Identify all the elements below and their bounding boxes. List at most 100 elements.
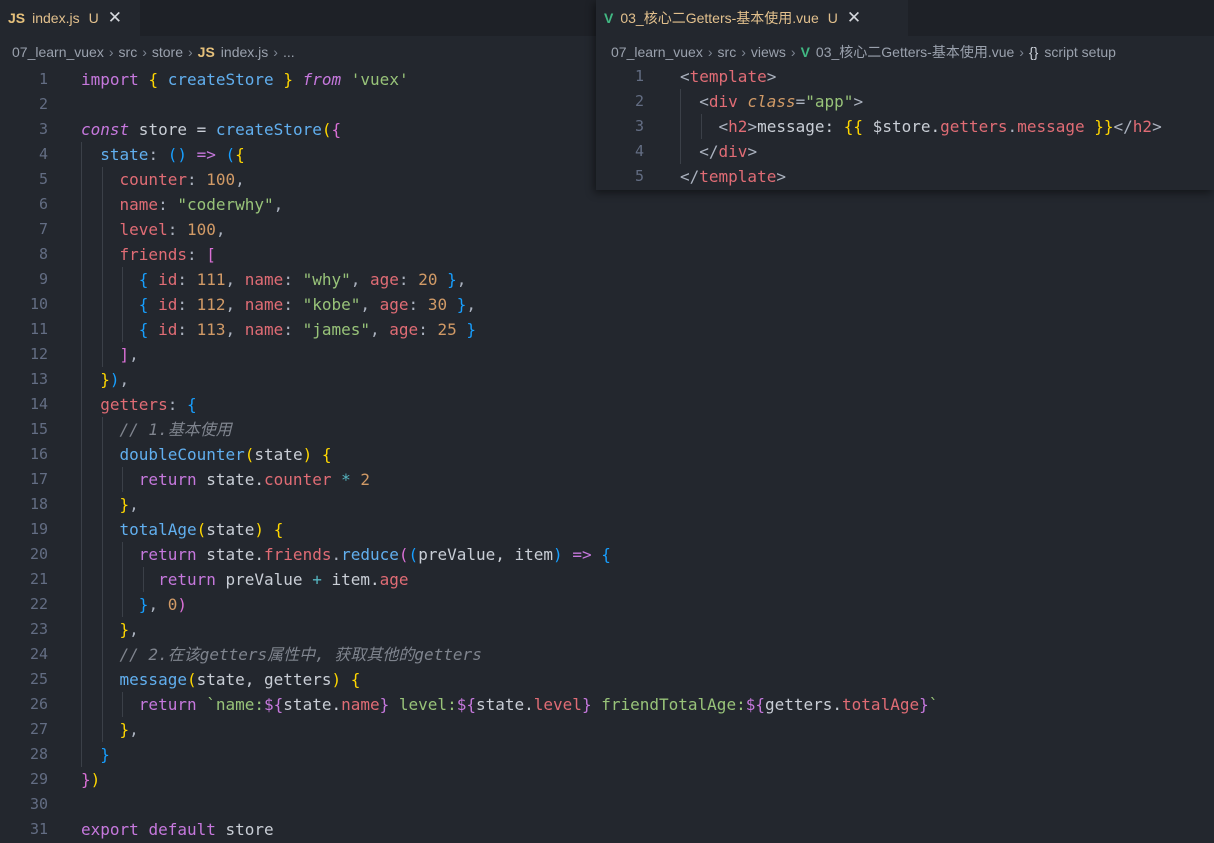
code-line[interactable]: 2 <div class="app"> — [596, 89, 1214, 114]
code-line[interactable]: 3 <h2>message: {{ $store.getters.message… — [596, 114, 1214, 139]
line-number: 1 — [38, 70, 48, 88]
indent-guide — [101, 717, 103, 742]
indent-guide — [81, 567, 82, 592]
line-number: 4 — [38, 145, 48, 163]
breadcrumb-item[interactable]: script setup — [1044, 44, 1116, 60]
close-icon[interactable]: ✕ — [108, 8, 122, 28]
code-line[interactable]: 12 ], — [0, 342, 1214, 367]
code-line[interactable]: 19 totalAge(state) { — [0, 517, 1214, 542]
indent-guide — [81, 717, 82, 742]
code-line[interactable]: 25 message(state, getters) { — [0, 667, 1214, 692]
breadcrumb-item[interactable]: 07_learn_vuex — [12, 44, 104, 60]
breadcrumb-item[interactable]: index.js — [221, 44, 268, 60]
code-text: return preValue + item.age — [158, 570, 409, 589]
indent-guide — [101, 192, 103, 217]
code-line[interactable]: 23 }, — [0, 617, 1214, 642]
editor-pane-right: V 03_核心二Getters-基本使用.vue U ✕ 07_learn_vu… — [596, 0, 1214, 190]
code-text: }, 0) — [138, 595, 187, 614]
indent-guide — [122, 267, 124, 292]
code-line[interactable]: 1 <template> — [596, 64, 1214, 89]
code-editor[interactable]: 1 <template> 2 <div class="app"> 3 <h2>mess… — [596, 64, 1214, 190]
code-line[interactable]: 30 — [0, 792, 1214, 817]
code-line[interactable]: 8 friends: [ — [0, 242, 1214, 267]
line-number: 18 — [29, 495, 48, 513]
code-line[interactable]: 13 }), — [0, 367, 1214, 392]
indent-guide — [81, 267, 82, 292]
tab-index-js[interactable]: JS index.js U ✕ — [0, 0, 140, 36]
indent-guide — [81, 542, 82, 567]
line-number: 14 — [29, 395, 48, 413]
tab-vue-file[interactable]: V 03_核心二Getters-基本使用.vue U ✕ — [596, 0, 908, 36]
code-line[interactable]: 7 level: 100, — [0, 217, 1214, 242]
indent-guide — [101, 242, 103, 267]
indent-guide — [700, 114, 702, 139]
code-text: }), — [100, 370, 130, 389]
indent-guide — [101, 442, 103, 467]
indent-guide — [81, 217, 82, 242]
code-line[interactable]: 22 }, 0) — [0, 592, 1214, 617]
line-number: 5 — [38, 170, 48, 188]
code-line[interactable]: 31 export default store — [0, 817, 1214, 842]
code-text: </template> — [680, 167, 786, 186]
code-text: import { createStore } from 'vuex' — [81, 70, 409, 89]
indent-guide — [101, 592, 103, 617]
code-line[interactable]: 28 } — [0, 742, 1214, 767]
indent-guide — [81, 642, 82, 667]
line-number: 25 — [29, 670, 48, 688]
code-text: { id: 111, name: "why", age: 20 }, — [138, 270, 467, 289]
breadcrumb-item[interactable]: views — [751, 44, 786, 60]
js-file-icon: JS — [8, 10, 26, 26]
code-line[interactable]: 9 { id: 111, name: "why", age: 20 }, — [0, 267, 1214, 292]
indent-guide — [101, 267, 103, 292]
code-text: } — [100, 745, 110, 764]
indent-guide — [81, 467, 82, 492]
breadcrumb-item[interactable]: src — [119, 44, 138, 60]
breadcrumb-item[interactable]: store — [152, 44, 183, 60]
code-text: return state.counter * 2 — [138, 470, 371, 489]
indent-guide — [680, 114, 681, 139]
code-line[interactable]: 5 </template> — [596, 164, 1214, 189]
breadcrumb-item[interactable]: 07_learn_vuex — [611, 44, 703, 60]
indent-guide — [101, 292, 103, 317]
code-line[interactable]: 18 }, — [0, 492, 1214, 517]
code-line[interactable]: 16 doubleCounter(state) { — [0, 442, 1214, 467]
line-number: 11 — [29, 320, 48, 338]
code-line[interactable]: 15 // 1.基本使用 — [0, 417, 1214, 442]
code-line[interactable]: 4 </div> — [596, 139, 1214, 164]
code-line[interactable]: 26 return `name:${state.name} level:${st… — [0, 692, 1214, 717]
code-line[interactable]: 29}) — [0, 767, 1214, 792]
line-number: 29 — [29, 770, 48, 788]
close-icon[interactable]: ✕ — [847, 8, 861, 28]
line-number: 12 — [29, 345, 48, 363]
code-text: state: () => ({ — [100, 145, 245, 164]
code-line[interactable]: 14 getters: { — [0, 392, 1214, 417]
code-line[interactable]: 11 { id: 113, name: "james", age: 25 } — [0, 317, 1214, 342]
indent-guide — [81, 692, 82, 717]
indent-guide — [142, 567, 144, 592]
breadcrumb-item[interactable]: src — [718, 44, 737, 60]
indent-guide — [81, 392, 82, 417]
code-line[interactable]: 27 }, — [0, 717, 1214, 742]
braces-symbol-icon: {} — [1028, 44, 1039, 60]
code-line[interactable]: 24 // 2.在该getters属性中, 获取其他的getters — [0, 642, 1214, 667]
line-number: 8 — [38, 245, 48, 263]
code-line[interactable]: 17 return state.counter * 2 — [0, 467, 1214, 492]
indent-guide — [101, 342, 103, 367]
code-line[interactable]: 10 { id: 112, name: "kobe", age: 30 }, — [0, 292, 1214, 317]
chevron-right-icon: › — [108, 44, 114, 60]
line-number: 5 — [634, 167, 644, 185]
indent-guide — [81, 367, 82, 392]
line-number: 2 — [38, 95, 48, 113]
untracked-badge: U — [88, 10, 99, 26]
indent-guide — [122, 592, 124, 617]
breadcrumb-item[interactable]: ... — [283, 44, 295, 60]
chevron-right-icon: › — [707, 44, 713, 60]
code-line[interactable]: 20 return state.friends.reduce((preValue… — [0, 542, 1214, 567]
code-line[interactable]: 6 name: "coderwhy", — [0, 192, 1214, 217]
indent-guide — [81, 342, 82, 367]
line-number: 15 — [29, 420, 48, 438]
indent-guide — [101, 542, 103, 567]
indent-guide — [81, 142, 82, 167]
breadcrumb-item[interactable]: 03_核心二Getters-基本使用.vue — [816, 42, 1014, 62]
code-line[interactable]: 21 return preValue + item.age — [0, 567, 1214, 592]
